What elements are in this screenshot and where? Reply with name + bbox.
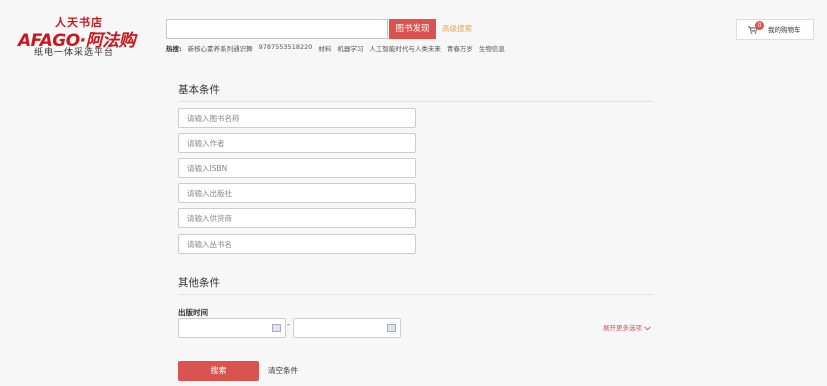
cart-count-badge: 0 (755, 21, 764, 30)
supplier-input[interactable]: 请输入供货商 (178, 208, 416, 228)
hot-term[interactable]: 人工智能时代与人类未来 (369, 43, 441, 53)
author-input[interactable]: 请输入作者 (178, 133, 416, 153)
placeholder: 请输入ISBN (187, 164, 228, 173)
hot-term[interactable]: 材料 (318, 43, 331, 53)
cart-label: 我的购物车 (768, 26, 801, 34)
divider (178, 101, 654, 102)
basic-conditions-title: 基本条件 (178, 84, 220, 96)
other-conditions-title: 其他条件 (178, 277, 220, 289)
cart-button[interactable]: 0 我的购物车 (736, 19, 814, 40)
hot-term[interactable]: 机器学习 (337, 43, 363, 53)
isbn-input[interactable]: 请输入ISBN (178, 158, 416, 178)
series-name-input[interactable]: 请输入丛书名 (178, 234, 416, 254)
chevron-down-icon (644, 325, 651, 330)
hot-term[interactable]: 9787553518220 (259, 43, 313, 53)
expand-more-options-label: 展开更多选项 (603, 324, 642, 332)
hot-term[interactable]: 青春万岁 (447, 43, 473, 53)
calendar-icon[interactable] (387, 324, 396, 332)
hot-term[interactable]: 新核心素养系列通识舞 (188, 43, 253, 53)
hot-term[interactable]: 生物信息 (479, 43, 505, 53)
publication-date-start-input[interactable] (178, 318, 286, 338)
book-title-input[interactable]: 请输入图书名称 (178, 108, 416, 128)
logo[interactable]: 人天书店 AFAGO·阿法购 纸电一体采选平台 (18, 14, 148, 60)
expand-more-options-link[interactable]: 展开更多选项 (603, 322, 651, 332)
placeholder: 请输入丛书名 (187, 240, 232, 249)
placeholder: 请输入作者 (187, 139, 225, 148)
hot-label: 热搜: (166, 45, 182, 53)
placeholder: 请输入图书名称 (187, 114, 240, 123)
page: 人天书店 AFAGO·阿法购 纸电一体采选平台 图书发现 高级搜索 热搜: 新核… (0, 0, 827, 386)
date-range-separator: - (287, 320, 290, 329)
clear-conditions-button[interactable]: 清空条件 (268, 361, 298, 381)
book-discovery-button[interactable]: 图书发现 (389, 19, 436, 39)
divider (178, 294, 654, 295)
placeholder: 请输入出版社 (187, 189, 232, 198)
search-button[interactable]: 搜索 (178, 361, 259, 381)
advanced-search-link[interactable]: 高级搜索 (442, 19, 472, 39)
logo-tagline: 纸电一体采选平台 (34, 48, 115, 58)
hot-searches: 热搜: 新核心素养系列通识舞 9787553518220 材料 机器学习 人工智… (166, 43, 505, 53)
placeholder: 请输入供货商 (187, 214, 232, 223)
search-input[interactable] (166, 19, 388, 39)
publication-time-label: 出版时间 (178, 308, 208, 317)
calendar-icon[interactable] (272, 324, 281, 332)
publisher-input[interactable]: 请输入出版社 (178, 183, 416, 203)
publication-date-end-input[interactable] (293, 318, 401, 338)
